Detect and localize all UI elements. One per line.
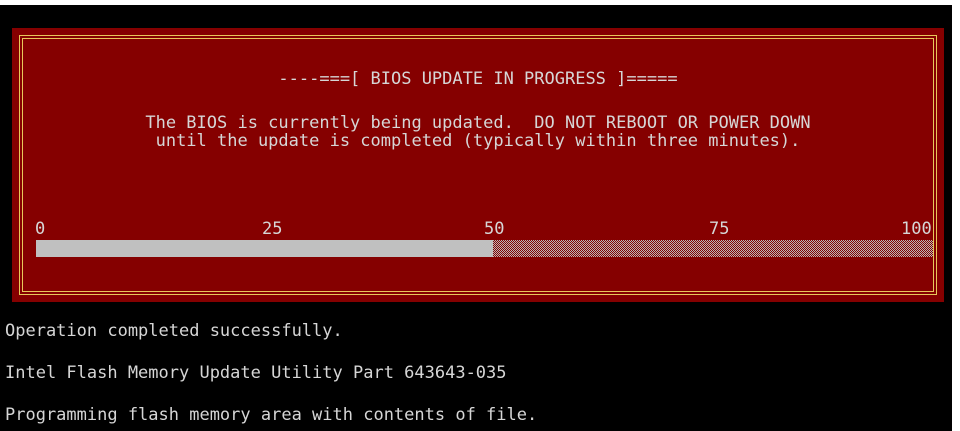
bios-update-dialog: ----===[ BIOS UPDATE IN PROGRESS ]===== …	[12, 28, 944, 302]
progress-bar-fill	[36, 240, 494, 257]
console-line-status: Operation completed successfully.	[5, 321, 343, 341]
warning-message-line-2: until the update is completed (typically…	[155, 131, 801, 151]
progress-scale-label-75: 75	[709, 219, 730, 239]
console-line-programming: Programming flash memory area with conte…	[5, 405, 538, 425]
progress-scale-label-0: 0	[35, 219, 46, 239]
console-screen: ----===[ BIOS UPDATE IN PROGRESS ]===== …	[0, 5, 952, 431]
dialog-title: ----===[ BIOS UPDATE IN PROGRESS ]=====	[278, 69, 678, 89]
progress-scale-label-25: 25	[262, 219, 283, 239]
progress-scale-label-50: 50	[484, 219, 505, 239]
warning-message-line-1: The BIOS is currently being updated. DO …	[145, 113, 811, 133]
progress-bar	[36, 240, 933, 257]
console-line-utility-name: Intel Flash Memory Update Utility Part 6…	[5, 363, 507, 383]
progress-scale-label-100: 100	[901, 219, 932, 239]
